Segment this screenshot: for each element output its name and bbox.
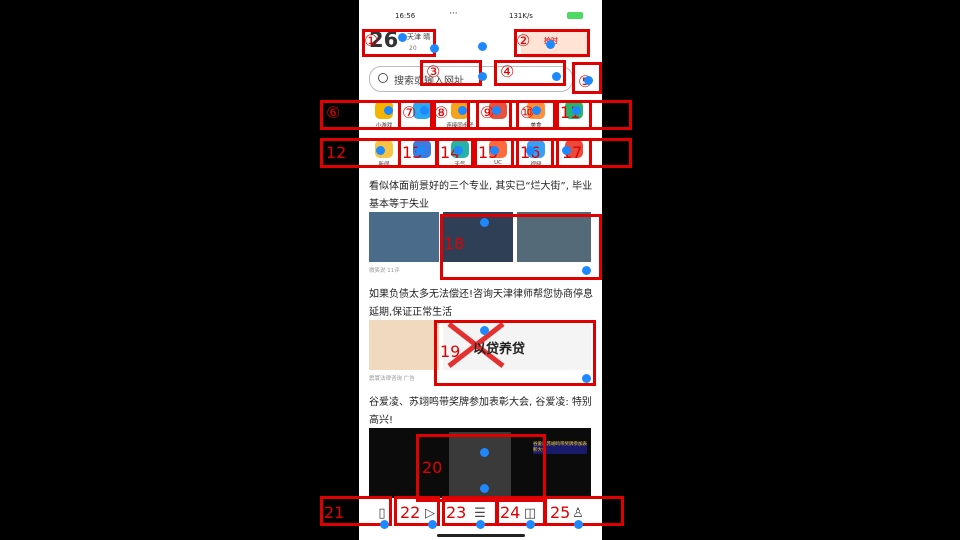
marker-dot [572, 106, 581, 115]
marker-dot [476, 520, 485, 529]
marker-dot [584, 76, 593, 85]
news-headline-1[interactable]: 看似体面前景好的三个专业, 其实已“烂大街”, 毕业基本等于失业 [369, 178, 594, 214]
marker-dot [478, 42, 487, 51]
marker-dot [492, 106, 501, 115]
annotation-number: 23 [446, 503, 467, 522]
annotation-number: 20 [422, 458, 443, 477]
marker-dot [532, 106, 541, 115]
marker-dot [562, 146, 571, 155]
annotation-number: 25 [550, 503, 571, 522]
annotation-number: 24 [500, 503, 521, 522]
ad-meta: 震寰法律咨询 广告 [369, 376, 415, 382]
news-headline-3[interactable]: 谷爱凌、苏翊鸣带奖牌参加表彰大会, 谷爱凌: 特别高兴! [369, 394, 594, 430]
annotation-number: ④ [500, 62, 515, 81]
marker-dot [376, 146, 385, 155]
marker-dot [526, 520, 535, 529]
news-meta: 微笑说 11评 [369, 268, 400, 274]
annotation-number: ② [516, 31, 531, 50]
annotation-number: ⑧ [434, 103, 449, 122]
marker-dot [430, 44, 439, 53]
marker-dot [480, 218, 489, 227]
search-icon [378, 73, 388, 83]
annotation-number: 18 [444, 234, 465, 253]
marker-dot [458, 106, 467, 115]
news-headline-2[interactable]: 如果负债太多无法偿还!咨询天津律师帮您协商停息延期,保证正常生活 [369, 286, 594, 322]
status-bar: 16:56 ··· 131K/s [359, 8, 602, 24]
marker-dot [526, 146, 535, 155]
marker-dot [480, 326, 489, 335]
annotation-number: 12 [326, 143, 347, 162]
status-time: 16:56 [395, 12, 416, 20]
marker-dot [478, 72, 487, 81]
battery-icon [567, 12, 583, 19]
marker-dot [416, 146, 425, 155]
home-indicator [437, 534, 525, 537]
marker-dot [428, 520, 437, 529]
annotation-number: 21 [324, 503, 345, 522]
marker-dot [454, 146, 463, 155]
status-speed: 131K/s [509, 12, 533, 20]
annotation-number: 19 [440, 342, 461, 361]
marker-dot [582, 374, 591, 383]
annotation-number: ⑥ [326, 103, 341, 122]
news-image[interactable] [369, 212, 439, 262]
status-dots: ··· [449, 9, 458, 19]
marker-dot [480, 484, 489, 493]
marker-dot [552, 72, 561, 81]
marker-dot [380, 520, 389, 529]
marker-dot [574, 520, 583, 529]
annotation-number: ③ [426, 62, 441, 81]
marker-dot [384, 106, 393, 115]
ad-image[interactable] [369, 320, 439, 370]
marker-dot [480, 448, 489, 457]
marker-dot [420, 106, 429, 115]
annotation-number: 22 [400, 503, 421, 522]
marker-dot [398, 33, 407, 42]
marker-dot [582, 266, 591, 275]
marker-dot [546, 40, 555, 49]
annotation-number: ⑦ [402, 103, 417, 122]
marker-dot [490, 146, 499, 155]
annotation-number: ① [364, 31, 379, 50]
